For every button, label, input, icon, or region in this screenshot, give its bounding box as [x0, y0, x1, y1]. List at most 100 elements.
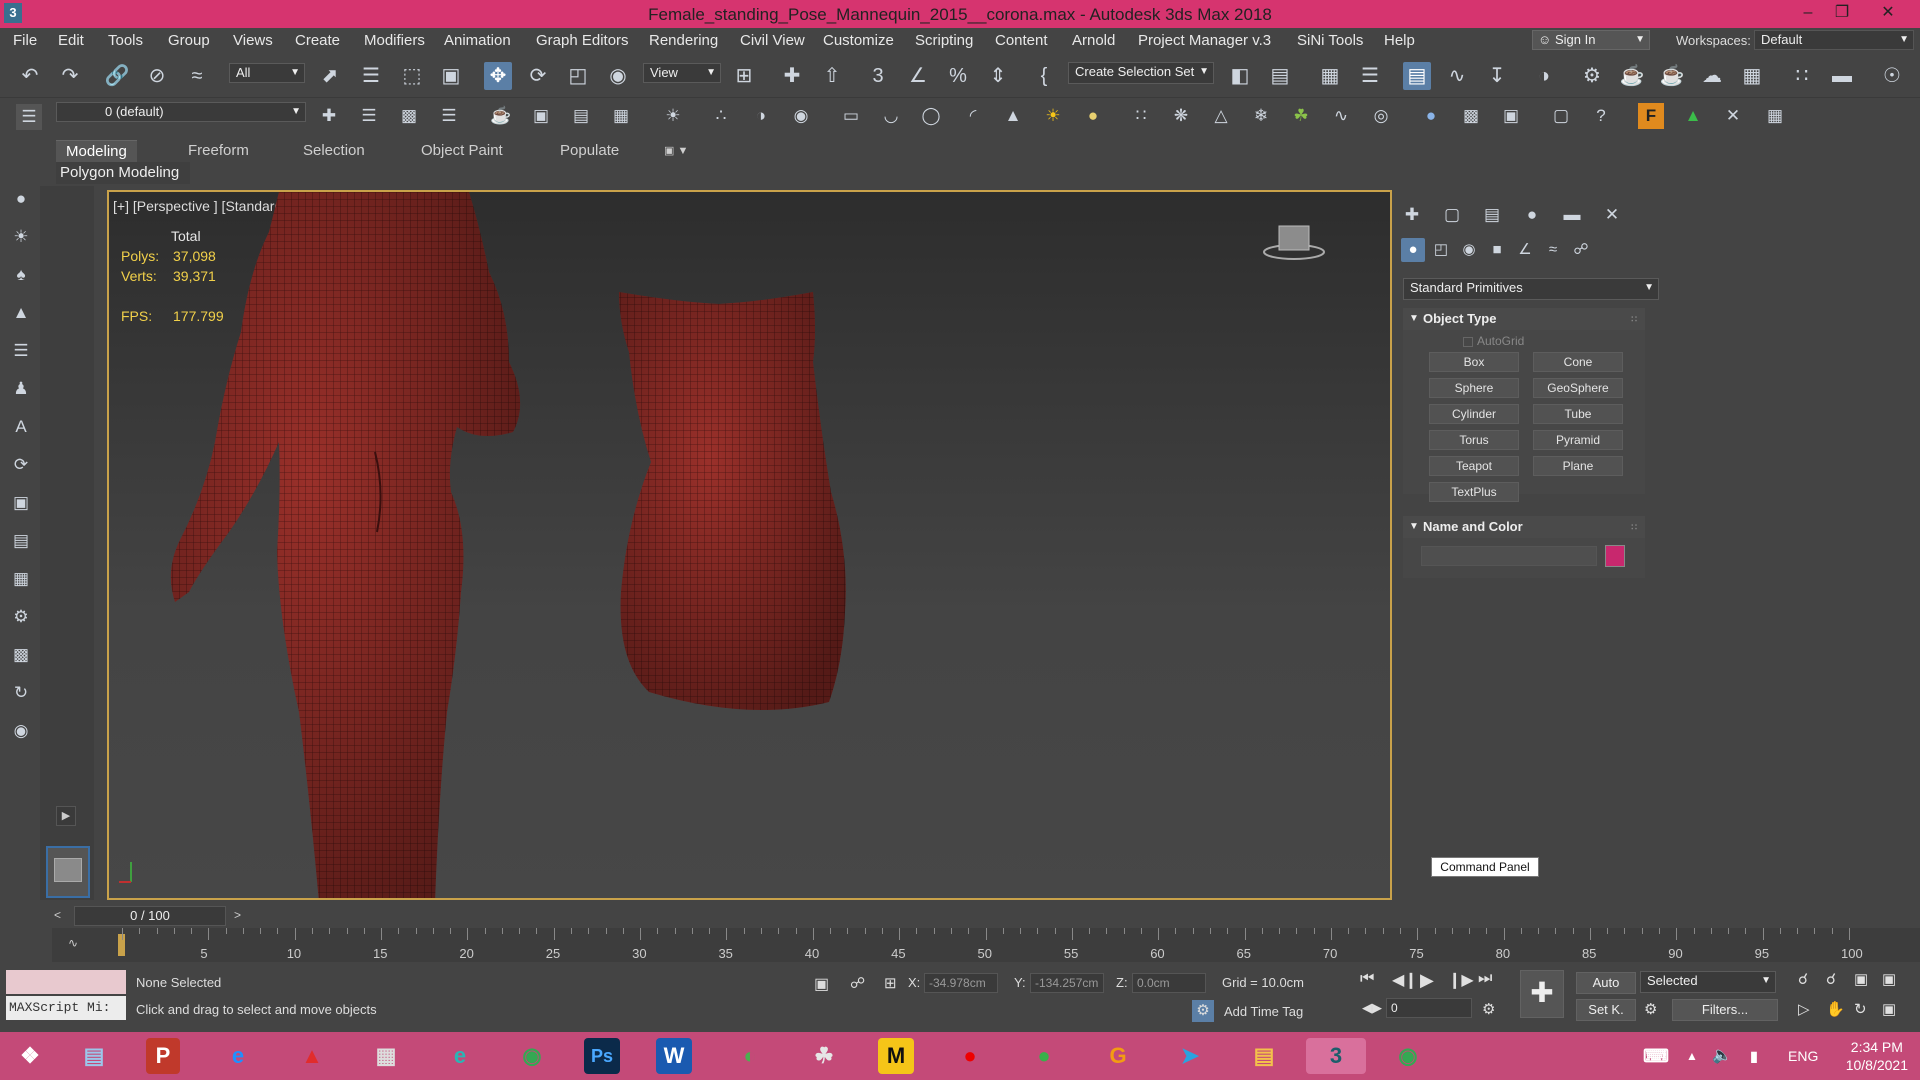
tube-button[interactable]: Tube — [1533, 404, 1623, 424]
menu-create[interactable]: Create — [295, 32, 340, 49]
helpers-icon[interactable]: ∠ — [1513, 238, 1537, 262]
layers-toolbar-icon[interactable]: ☰ — [16, 104, 42, 130]
cameras-icon[interactable]: ■ — [1485, 238, 1509, 262]
mini-curve-editor-icon[interactable]: ∿ — [68, 936, 78, 950]
pan-view-icon[interactable]: ✋ — [1826, 1000, 1845, 1018]
create-tab-icon[interactable]: ✚ — [1399, 202, 1425, 228]
select-by-name-icon[interactable]: ☰ — [357, 62, 385, 90]
zoom-icon[interactable]: ☌ — [1798, 970, 1808, 988]
orbit-icon[interactable]: ↻ — [1854, 1000, 1867, 1018]
key-filters-icon[interactable]: ⚙ — [1644, 1000, 1657, 1018]
material-editor-icon[interactable]: ◑ — [1530, 62, 1558, 90]
tray-expand-icon[interactable]: ▲ — [1682, 1038, 1702, 1074]
menu-content[interactable]: Content — [995, 32, 1048, 49]
a-tool-icon[interactable]: A — [8, 414, 34, 440]
table-icon[interactable]: ▦ — [608, 103, 634, 129]
g-app-icon[interactable]: G — [1098, 1038, 1138, 1074]
create-selection-set-dropdown[interactable]: Create Selection Set ▼ — [1068, 62, 1214, 84]
track-bar[interactable]: ∿ 5 10 15 20 25 30 35 40 45 50 55 60 65 70 75 80 85 90 95 1… — [52, 928, 1920, 962]
schematic-view-icon[interactable]: ↧ — [1483, 62, 1511, 90]
set-key-button[interactable]: Set K. — [1576, 999, 1636, 1021]
scatter-sphere-icon[interactable]: ❄ — [1248, 103, 1274, 129]
layers-stack-gray-icon[interactable]: ☰ — [436, 103, 462, 129]
capsule-icon[interactable]: ❋ — [1168, 103, 1194, 129]
shapes-icon[interactable]: ◰ — [1429, 238, 1453, 262]
rendered-frame-window-icon[interactable]: ☕ — [1618, 62, 1646, 90]
telegram-icon[interactable]: ➤ — [1170, 1038, 1210, 1074]
play-icon[interactable]: ▶ — [1420, 970, 1434, 991]
bind-space-warp-icon[interactable]: ≈ — [183, 62, 211, 90]
sheet-tool-icon[interactable]: ▤ — [8, 528, 34, 554]
add-time-tag-button[interactable]: Add Time Tag — [1224, 1004, 1303, 1019]
menu-help[interactable]: Help — [1384, 32, 1415, 49]
cylinder-button[interactable]: Cylinder — [1429, 404, 1519, 424]
box-button[interactable]: Box — [1429, 352, 1519, 372]
material-sphere-icon[interactable]: ● — [1418, 103, 1444, 129]
menu-group[interactable]: Group — [168, 32, 210, 49]
render-production-icon[interactable]: ☕ — [1658, 62, 1686, 90]
add-to-layer-icon[interactable]: ▩ — [396, 103, 422, 129]
systems-icon[interactable]: ☍ — [1569, 238, 1593, 262]
menu-rendering[interactable]: Rendering — [649, 32, 718, 49]
plant-icon[interactable]: ☘ — [1288, 103, 1314, 129]
keyboard-shortcut-override-icon[interactable]: ⇧ — [818, 62, 846, 90]
maximize-viewport-icon[interactable]: ▣ — [1882, 1000, 1896, 1018]
map-tool-icon[interactable]: ▣ — [8, 490, 34, 516]
menu-file[interactable]: File — [13, 32, 37, 49]
y-coordinate-field[interactable]: -134.257cm — [1030, 973, 1104, 993]
teapot-render-icon[interactable]: ☕ — [488, 103, 514, 129]
m-app-icon[interactable]: M — [878, 1038, 914, 1074]
teapot-button[interactable]: Teapot — [1429, 456, 1519, 476]
select-manipulate-icon[interactable]: ✚ — [778, 62, 806, 90]
set-key-big-icon[interactable]: ✚ — [1520, 970, 1564, 1018]
time-slider-next-icon[interactable]: > — [234, 908, 241, 922]
scene-explorer-icon[interactable]: ▦ — [1316, 62, 1344, 90]
sky-icon[interactable]: ● — [1080, 103, 1106, 129]
name-and-color-rollout-header[interactable]: ▼ Name and Color ∷ — [1403, 516, 1645, 538]
autogrid-checkbox[interactable]: AutoGrid — [1463, 334, 1524, 348]
material-library-icon[interactable]: ▣ — [1498, 103, 1524, 129]
go-to-start-icon[interactable]: ⏮ — [1360, 970, 1374, 988]
object-color-swatch[interactable] — [1605, 545, 1625, 567]
unlink-icon[interactable]: ⊘ — [143, 62, 171, 90]
current-frame-field[interactable]: 0 — [1386, 998, 1472, 1018]
absolute-mode-icon[interactable]: ⊞ — [884, 974, 897, 992]
time-configuration-icon[interactable]: ⚙ — [1482, 1000, 1495, 1018]
render-in-cloud-icon[interactable]: ☁ — [1698, 62, 1726, 90]
key-mode-toggle-icon[interactable]: ◀▶ — [1362, 1000, 1382, 1016]
maxscript-mini-listener[interactable]: MAXScript Mi: — [6, 996, 126, 1020]
toggle-ribbon-icon[interactable]: ▤ — [1403, 62, 1431, 90]
space-warps-icon[interactable]: ≈ — [1541, 238, 1565, 262]
calculator-icon[interactable]: ▦ — [366, 1038, 406, 1074]
menu-civil-view[interactable]: Civil View — [740, 32, 805, 49]
panel-tool-icon[interactable]: ▦ — [8, 566, 34, 592]
file-explorer-icon[interactable]: ▤ — [1244, 1038, 1284, 1074]
orbit-tool-icon[interactable]: ↻ — [8, 680, 34, 706]
fp-plugin-icon[interactable]: F — [1638, 103, 1664, 129]
object-type-rollout-header[interactable]: ▼ Object Type ∷ — [1403, 308, 1645, 330]
polygon-modeling-panel[interactable]: Polygon Modeling — [56, 162, 190, 184]
pyramid-button[interactable]: Pyramid — [1533, 430, 1623, 450]
bulb-icon[interactable]: ● — [8, 186, 34, 212]
auto-key-button[interactable]: Auto — [1576, 972, 1636, 994]
zoom-extents-all-icon[interactable]: ▣ — [1882, 970, 1896, 988]
edit-named-selection-icon[interactable]: { — [1030, 62, 1058, 90]
next-frame-icon[interactable]: ❙▶ — [1448, 970, 1474, 990]
zoom-all-icon[interactable]: ☌ — [1826, 970, 1836, 988]
ax-icon[interactable]: △ — [1208, 103, 1234, 129]
menu-views[interactable]: Views — [233, 32, 273, 49]
redo-icon[interactable]: ↷ — [56, 62, 84, 90]
system-clock[interactable]: 2:34 PM 10/8/2021 — [1846, 1038, 1908, 1074]
camera-rig-icon[interactable]: ◉ — [788, 103, 814, 129]
snap-settings-icon[interactable]: ☉ — [1878, 62, 1906, 90]
motion-tab-icon[interactable]: ● — [1519, 202, 1545, 228]
maxscript-listener-input[interactable] — [6, 970, 126, 994]
window-crossing-icon[interactable]: ▣ — [437, 62, 465, 90]
selection-filter-dropdown[interactable]: All ▼ — [229, 63, 305, 83]
textplus-button[interactable]: TextPlus — [1429, 482, 1519, 502]
render-frame-icon[interactable]: ▣ — [528, 103, 554, 129]
percent-snap-icon[interactable]: % — [944, 62, 972, 90]
expand-panel-button[interactable]: ▶ — [56, 806, 76, 826]
a360-gallery-icon[interactable]: ▦ — [1738, 62, 1766, 90]
rotate-tool-icon[interactable]: ⟳ — [8, 452, 34, 478]
